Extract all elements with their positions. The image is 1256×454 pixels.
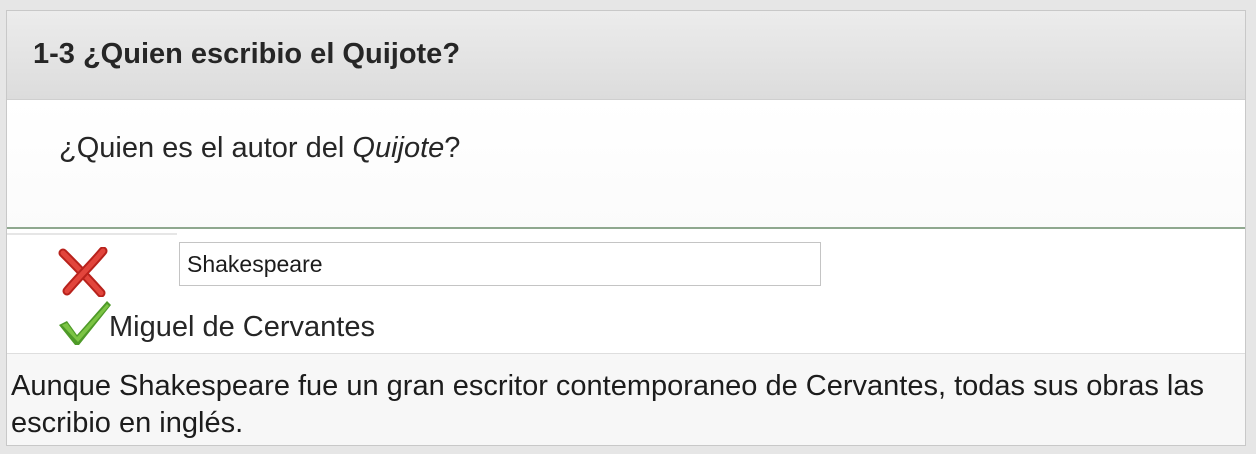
incorrect-x-icon <box>58 247 108 297</box>
answer-divider <box>7 233 177 235</box>
answer-section: Miguel de Cervantes <box>7 229 1245 353</box>
feedback-text: Aunque Shakespeare fue un gran escritor … <box>11 370 1204 439</box>
question-prompt: ¿Quien es el autor del Quijote? <box>59 132 460 165</box>
question-body: ¿Quien es el autor del Quijote? <box>7 100 1245 229</box>
question-header: 1-3 ¿Quien escribio el Quijote? <box>7 11 1245 100</box>
answer-input[interactable] <box>179 242 821 286</box>
correct-checkmark-icon <box>59 301 111 345</box>
question-prompt-italic: Quijote <box>352 132 445 164</box>
question-card: 1-3 ¿Quien escribio el Quijote? ¿Quien e… <box>6 10 1246 446</box>
question-prompt-text: ¿Quien es el autor del <box>59 132 353 164</box>
feedback-section: Aunque Shakespeare fue un gran escritor … <box>7 353 1245 445</box>
correct-answer: Miguel de Cervantes <box>109 311 375 343</box>
question-title: 1-3 ¿Quien escribio el Quijote? <box>33 38 461 70</box>
question-prompt-end: ? <box>444 132 461 164</box>
